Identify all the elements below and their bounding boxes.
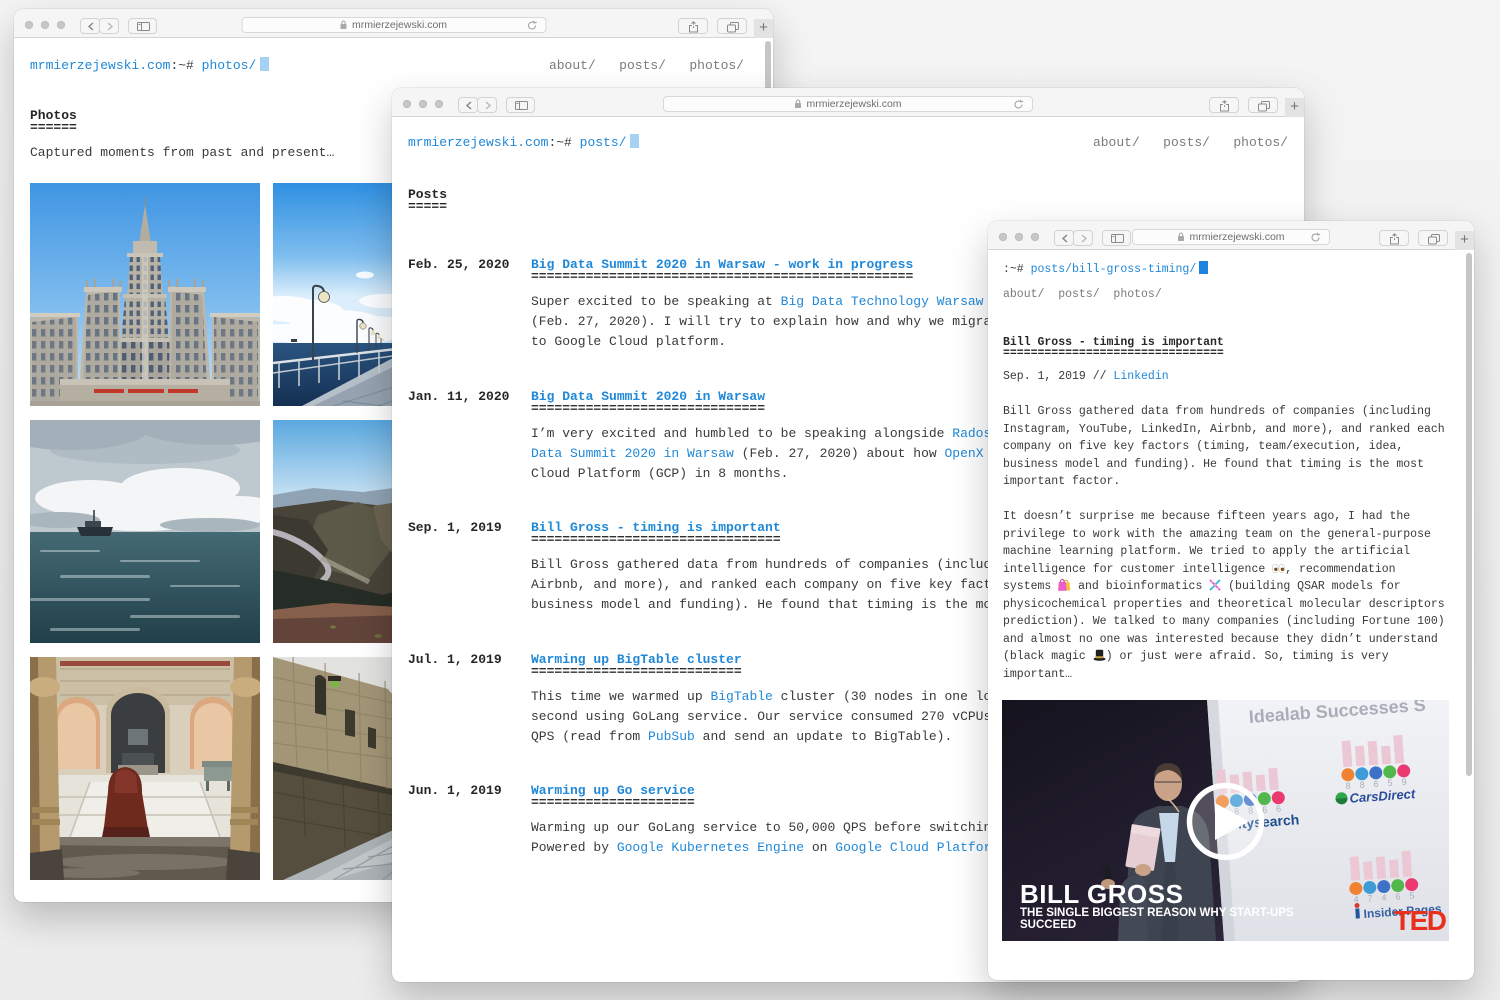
- svg-text:4: 4: [1381, 892, 1387, 902]
- svg-text:6: 6: [1276, 804, 1282, 814]
- svg-text:9: 9: [1401, 777, 1407, 787]
- svg-text:TED: TED: [1394, 905, 1447, 936]
- svg-text:5: 5: [1387, 778, 1393, 788]
- svg-text:BILL GROSS: BILL GROSS: [1020, 879, 1183, 909]
- svg-text:8: 8: [1359, 780, 1365, 790]
- svg-text:6: 6: [1395, 891, 1401, 901]
- svg-text:8: 8: [1345, 781, 1351, 791]
- svg-text:THE SINGLE BIGGEST REASON WHY: THE SINGLE BIGGEST REASON WHY START-UPS: [1020, 907, 1294, 919]
- svg-text:6: 6: [1373, 779, 1379, 789]
- svg-text:7: 7: [1367, 893, 1373, 903]
- svg-text:4: 4: [1353, 894, 1359, 904]
- svg-text:SUCCEED: SUCCEED: [1020, 919, 1076, 931]
- svg-text:5: 5: [1409, 890, 1415, 900]
